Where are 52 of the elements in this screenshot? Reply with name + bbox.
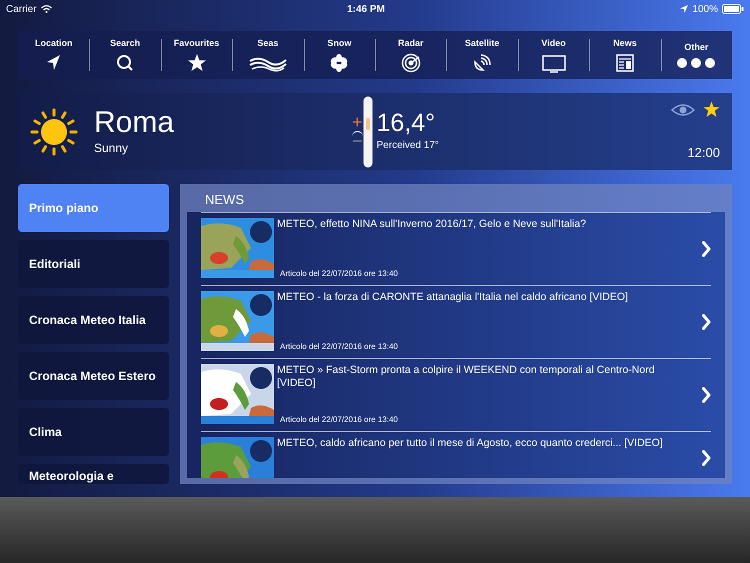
nav-tab[interactable]: Video: [518, 31, 590, 79]
nav-tab[interactable]: Radar: [375, 31, 446, 79]
article-date: Articolo del 22/07/2016 ore 13:40: [279, 268, 399, 280]
satellite-dish-icon: [472, 53, 492, 74]
nav-tab[interactable]: News: [589, 31, 661, 79]
nav-tab[interactable]: Search: [89, 31, 161, 79]
nav-tab[interactable]: Location: [18, 31, 90, 79]
favourite-star-icon: [703, 101, 720, 118]
sidebar-item[interactable]: Cronaca Meteo Estero: [18, 352, 169, 400]
news-headline[interactable]: METEO » Fast-Storm pronta a colpire il WEEKEND con temporali al Centro-Nord [VIDEO]: [277, 364, 691, 390]
wifi-icon: [40, 5, 52, 13]
temperature-text: 16,4°: [376, 110, 436, 138]
article-date: Articolo del 22/07/2016 ore 13:40: [279, 414, 399, 426]
update-time: 12:00: [687, 144, 720, 162]
news-headline[interactable]: METEO - la forza di CARONTE attanaglia l'Italia nel caldo africano [VIDEO]: [277, 291, 691, 304]
radar-icon: [400, 53, 421, 74]
condition-text: Sunny: [94, 140, 130, 157]
news-heading: NEWS: [204, 191, 245, 209]
nav-tab[interactable]: Other: [660, 31, 732, 79]
decrease-button[interactable]: −: [352, 131, 363, 150]
battery-text: 100%: [692, 2, 718, 16]
newspaper-icon: [614, 53, 635, 74]
sidebar-item[interactable]: Meteorologia e: [18, 464, 169, 484]
nav-tab[interactable]: Snow: [304, 31, 376, 79]
chevron-icon[interactable]: [702, 387, 711, 403]
monitor-icon: [542, 54, 566, 73]
sidebar-item[interactable]: Editoriali: [18, 240, 169, 288]
news-headline[interactable]: METEO, effetto NINA sull'Inverno 2016/17, Gelo e Neve sull'Italia?: [277, 218, 691, 232]
nav-tab[interactable]: Seas: [232, 31, 304, 79]
thermometer-icon: [362, 96, 373, 168]
nav-tab[interactable]: Satellite: [446, 31, 518, 79]
sidebar-item[interactable]: Cronaca Meteo Italia: [18, 296, 169, 344]
chevron-icon[interactable]: [702, 241, 711, 257]
chevron-icon[interactable]: [702, 314, 711, 330]
article-date: Articolo del 22/07/2016 ore 13:40: [279, 341, 399, 353]
news-headline[interactable]: METEO, caldo africano per tutto il mese di Agosto, ecco quanto crederci... [VIDEO]: [277, 437, 691, 450]
search-icon: [115, 53, 136, 74]
eye-icon: [671, 102, 695, 116]
increase-button[interactable]: +: [352, 113, 363, 131]
sun-icon: [30, 108, 78, 156]
city-name: Roma: [94, 106, 176, 139]
carrier-text: Carrier: [6, 2, 37, 16]
nav-tab[interactable]: Favourites: [160, 31, 232, 79]
star-icon: [186, 53, 207, 74]
perceived-temperature: Perceived 17°: [376, 138, 439, 153]
chevron-icon[interactable]: [702, 450, 711, 466]
sidebar-item[interactable]: Clima: [18, 408, 169, 456]
status-time: 1:46 PM: [347, 2, 385, 16]
location-arrow-icon: [680, 5, 688, 13]
more-icon: [677, 57, 716, 70]
battery-icon: [722, 4, 744, 14]
sidebar-item[interactable]: Primo piano: [18, 184, 169, 232]
